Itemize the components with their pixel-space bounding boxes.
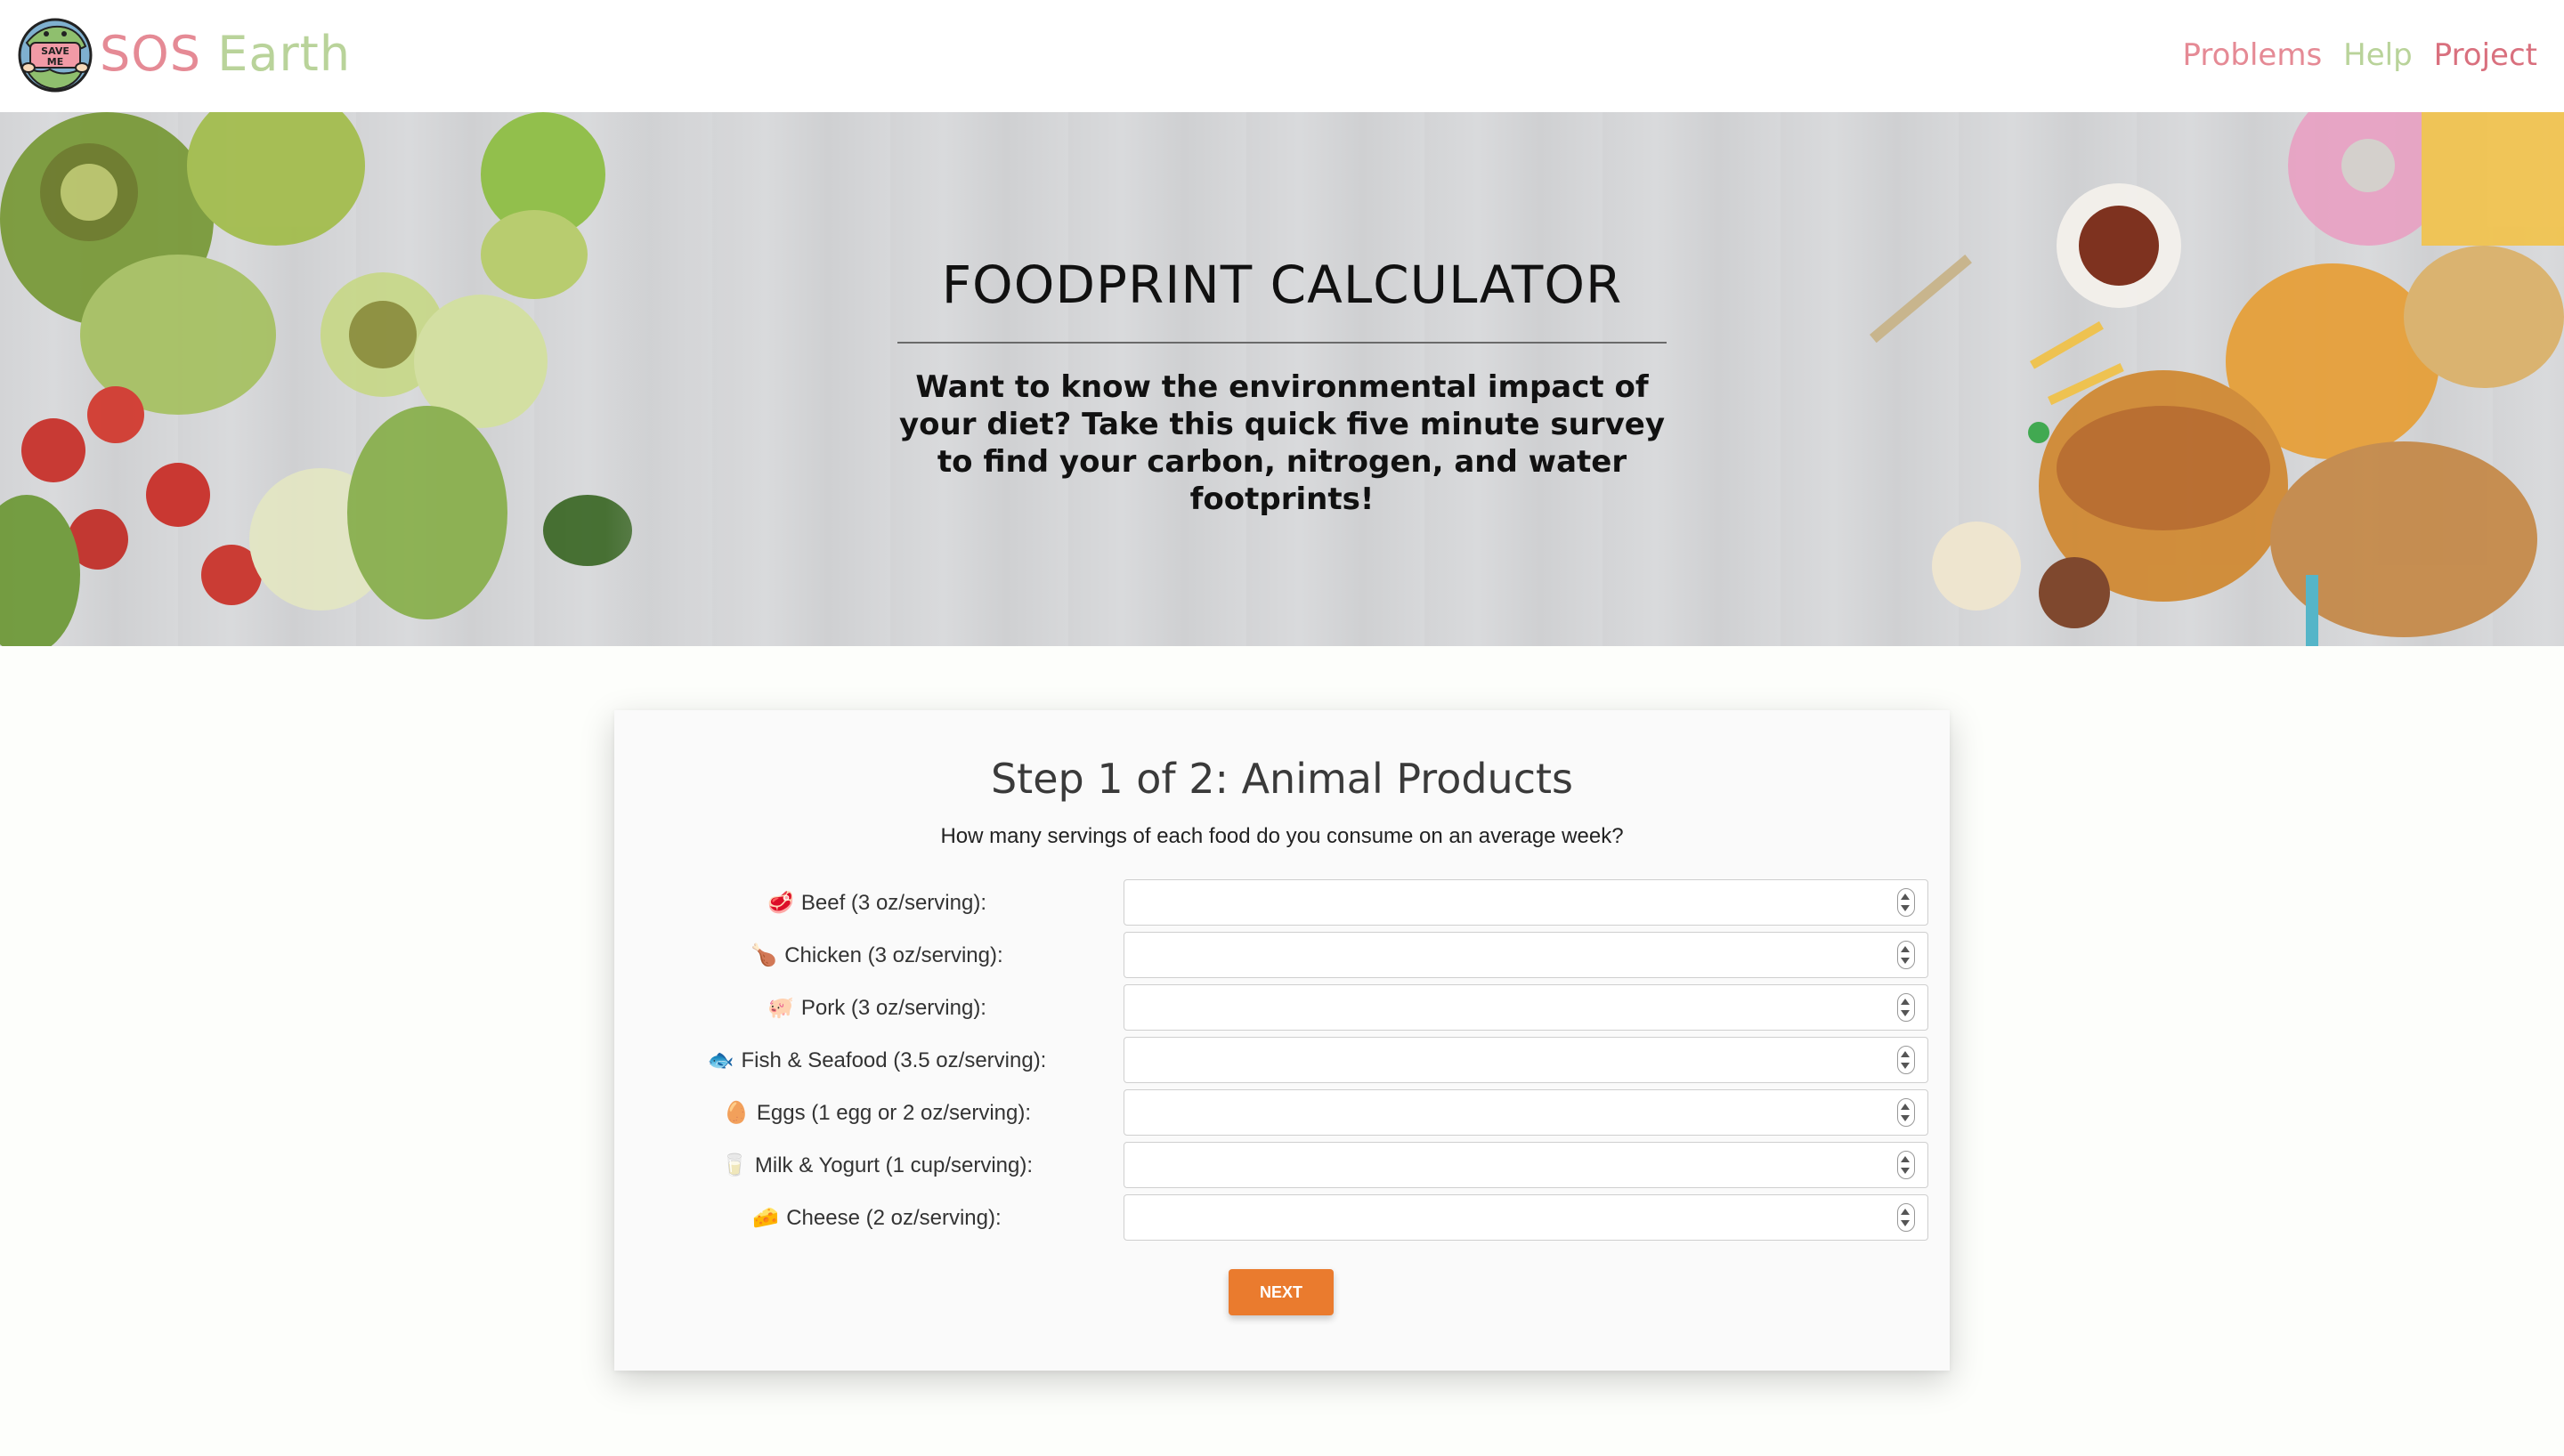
next-button[interactable]: NEXT — [1229, 1269, 1334, 1315]
earth-logo-icon[interactable]: SAVE ME — [14, 16, 96, 94]
nav-link-help[interactable]: Help — [2343, 30, 2413, 80]
pig-icon: 🐖 — [767, 996, 794, 1020]
eggs-input[interactable] — [1124, 1089, 1928, 1136]
survey-card: Step 1 of 2: Animal Products How many se… — [614, 710, 1950, 1371]
nav-link-problems[interactable]: Problems — [2182, 30, 2322, 80]
fish-input[interactable] — [1124, 1037, 1928, 1083]
hero-banner: FOODPRINT CALCULATOR Want to know the en… — [0, 112, 2564, 646]
hero-content: FOODPRINT CALCULATOR Want to know the en… — [0, 112, 2564, 646]
cheese-icon: 🧀 — [752, 1206, 780, 1230]
field-row-milk: 🥛 Milk & Yogurt (1 cup/serving): — [650, 1142, 1928, 1190]
field-row-eggs: 🥚 Eggs (1 egg or 2 oz/serving): — [650, 1089, 1928, 1137]
svg-text:ME: ME — [47, 56, 63, 68]
hero-title: FOODPRINT CALCULATOR — [941, 255, 1623, 315]
cheese-input[interactable] — [1124, 1194, 1928, 1241]
field-row-beef: 🥩 Beef (3 oz/serving): — [650, 879, 1928, 927]
field-row-chicken: 🍗 Chicken (3 oz/serving): — [650, 932, 1928, 980]
field-label-chicken: 🍗 Chicken (3 oz/serving): — [751, 943, 1003, 967]
fish-icon: 🐟 — [707, 1048, 734, 1072]
navbar: SAVE ME SOS Earth Problems Help Project — [0, 0, 2564, 112]
field-row-pork: 🐖 Pork (3 oz/serving): — [650, 984, 1928, 1032]
step-title: Step 1 of 2: Animal Products — [990, 755, 1574, 803]
milk-input[interactable] — [1124, 1142, 1928, 1188]
beef-icon: 🥩 — [767, 891, 794, 915]
milk-glass-icon: 🥛 — [720, 1153, 748, 1177]
hero-description: Want to know the environmental impact of… — [898, 369, 1666, 517]
egg-icon: 🥚 — [722, 1101, 750, 1125]
field-label-beef: 🥩 Beef (3 oz/serving): — [767, 891, 986, 915]
nav-link-project[interactable]: Project — [2434, 30, 2537, 80]
field-label-fish: 🐟 Fish & Seafood (3.5 oz/serving): — [707, 1048, 1047, 1072]
field-row-fish: 🐟 Fish & Seafood (3.5 oz/serving): — [650, 1037, 1928, 1085]
nav-links: Problems Help Project — [2182, 30, 2537, 80]
field-label-cheese: 🧀 Cheese (2 oz/serving): — [752, 1206, 1002, 1230]
field-label-milk: 🥛 Milk & Yogurt (1 cup/serving): — [720, 1153, 1034, 1177]
brand-earth: Earth — [217, 26, 352, 82]
pork-input[interactable] — [1124, 984, 1928, 1031]
beef-input[interactable] — [1124, 879, 1928, 926]
hero-divider — [897, 342, 1667, 344]
step-subtitle: How many servings of each food do you co… — [940, 824, 1624, 848]
field-label-eggs: 🥚 Eggs (1 egg or 2 oz/serving): — [722, 1101, 1032, 1125]
field-row-cheese: 🧀 Cheese (2 oz/serving): — [650, 1194, 1928, 1242]
field-label-pork: 🐖 Pork (3 oz/serving): — [767, 996, 986, 1020]
brand-sos: SOS — [100, 26, 202, 82]
chicken-input[interactable] — [1124, 932, 1928, 978]
chicken-icon: 🍗 — [751, 943, 778, 967]
brand-name[interactable]: SOS Earth — [100, 23, 351, 85]
